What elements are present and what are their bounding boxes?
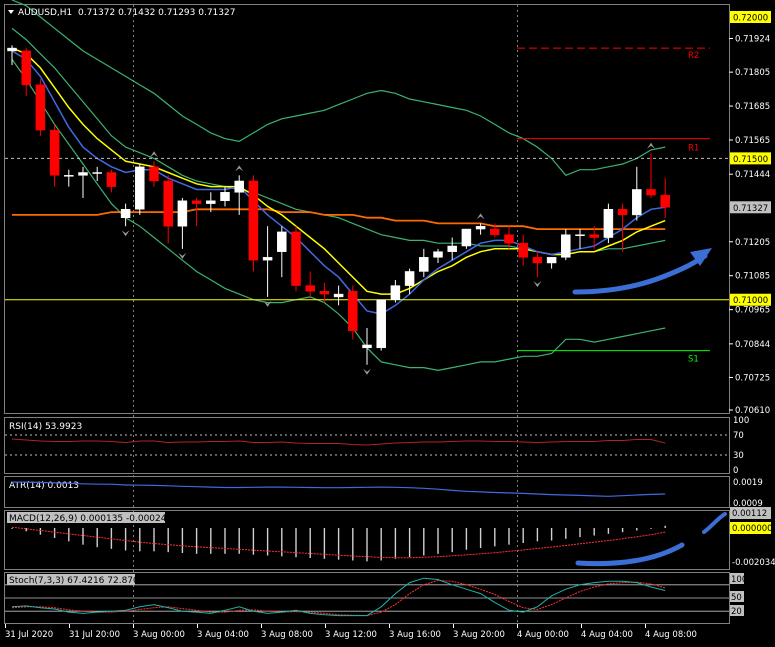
- chart-background: [0, 0, 775, 647]
- stoch-axis-label: 100: [731, 575, 747, 585]
- price-tick-label: 0.71444: [735, 170, 770, 180]
- rsi-axis-label: 30: [733, 451, 744, 461]
- chart-header: AUDUSD,H1 0.71372 0.71432 0.71293 0.7132…: [8, 8, 235, 18]
- bear-candle: [106, 172, 117, 187]
- bear-candle: [149, 166, 159, 182]
- time-tick-label: 3 Aug 04:00: [197, 630, 249, 640]
- time-tick-label: 31 Jul 20:00: [69, 630, 120, 640]
- bull-candle: [92, 172, 102, 174]
- price-tick-label: 0.71205: [735, 238, 770, 248]
- bear-candle: [617, 209, 628, 216]
- bear-candle: [35, 84, 46, 131]
- time-tick-label: 3 Aug 08:00: [261, 630, 313, 640]
- bear-candle: [490, 228, 500, 235]
- bull-candle: [433, 251, 443, 258]
- bull-candle: [120, 209, 131, 218]
- bull-candle: [277, 231, 287, 252]
- time-tick-label: 4 Aug 04:00: [581, 630, 633, 640]
- rsi-axis-label: 100: [733, 416, 749, 426]
- trading-chart[interactable]: R2 R1 S1 AUDUSD,H1 0.71372 0.71432 0.71293…: [0, 0, 775, 647]
- time-tick-label: 4 Aug 08:00: [645, 630, 697, 640]
- bear-candle: [248, 180, 259, 261]
- bull-candle: [390, 285, 401, 300]
- bear-candle: [49, 129, 60, 176]
- bear-candle: [319, 291, 330, 295]
- price-tag-label: 0.71000: [733, 296, 768, 306]
- s1-label: S1: [688, 355, 699, 365]
- macd-axis-label: 0.00112: [732, 509, 767, 519]
- rsi-title: RSI(14) 53.9923: [9, 422, 82, 432]
- time-tick-label: 3 Aug 20:00: [453, 630, 505, 640]
- bear-candle: [21, 50, 31, 86]
- bear-candle: [660, 194, 670, 208]
- bull-candle: [404, 271, 415, 286]
- macd-axis-label: -0.002034: [732, 558, 775, 568]
- bull-candle: [220, 192, 230, 202]
- stoch-axis-label: 20: [731, 607, 742, 617]
- bull-candle: [603, 209, 614, 238]
- bear-candle: [191, 200, 202, 204]
- bull-candle: [64, 175, 74, 177]
- bull-candle: [135, 166, 145, 210]
- r1-label: R1: [688, 144, 699, 154]
- atr-axis-label: 0.0019: [733, 478, 763, 488]
- bull-candle: [632, 189, 642, 216]
- bear-candle: [163, 180, 173, 227]
- bull-candle: [234, 180, 244, 193]
- time-tick-label: 3 Aug 00:00: [133, 630, 185, 640]
- price-tick-label: 0.71805: [735, 68, 770, 78]
- bear-candle: [589, 234, 599, 238]
- bull-candle: [206, 200, 216, 204]
- bear-candle: [291, 231, 301, 286]
- bear-candle: [518, 242, 528, 258]
- ohlc-values: 0.71372 0.71432 0.71293 0.71327: [78, 8, 235, 18]
- price-tick-label: 0.70844: [735, 340, 770, 350]
- bull-candle: [262, 257, 273, 261]
- price-tag-label: 0.71500: [733, 155, 768, 165]
- time-tick-label: 31 Jul 2020: [5, 630, 53, 640]
- price-tag-label: 0.71327: [733, 204, 768, 214]
- macd-axis-label: 0.000000: [732, 524, 773, 534]
- price-tick-label: 0.70610: [735, 406, 770, 416]
- bull-candle: [561, 234, 571, 258]
- time-tick-label: 3 Aug 16:00: [389, 630, 441, 640]
- bull-candle: [376, 299, 386, 349]
- price-tick-label: 0.71565: [735, 136, 770, 146]
- bear-candle: [348, 291, 358, 332]
- stoch-axis-label: 50: [731, 593, 742, 603]
- bull-candle: [78, 172, 88, 176]
- price-tick-label: 0.71924: [735, 34, 770, 44]
- bull-candle: [419, 257, 429, 272]
- bull-candle: [7, 47, 17, 52]
- bear-candle: [305, 285, 315, 292]
- bull-candle: [546, 257, 557, 264]
- bull-candle: [475, 225, 486, 230]
- price-tag-label: 0.72000: [733, 14, 768, 24]
- price-tick-label: 0.71685: [735, 102, 770, 112]
- rsi-axis-label: 70: [733, 431, 744, 441]
- price-tick-label: 0.70965: [735, 306, 770, 316]
- macd-title: MACD(12,26,9) 0.000135 -0.000249: [9, 514, 172, 524]
- bull-candle: [575, 234, 585, 236]
- bull-candle: [447, 245, 457, 252]
- bear-candle: [532, 257, 543, 264]
- bull-candle: [461, 228, 472, 247]
- bull-candle: [333, 293, 344, 298]
- bull-candle: [362, 344, 372, 349]
- price-tick-label: 0.71085: [735, 272, 770, 282]
- bear-candle: [646, 189, 656, 196]
- bull-candle: [177, 200, 188, 227]
- price-tick-label: 0.70725: [735, 373, 770, 383]
- time-tick-label: 3 Aug 12:00: [325, 630, 377, 640]
- r2-label: R2: [688, 51, 699, 61]
- time-tick-label: 4 Aug 00:00: [517, 630, 569, 640]
- bear-candle: [504, 234, 514, 244]
- rsi-axis-label: 0: [733, 466, 738, 476]
- symbol-label: AUDUSD,H1: [18, 8, 72, 18]
